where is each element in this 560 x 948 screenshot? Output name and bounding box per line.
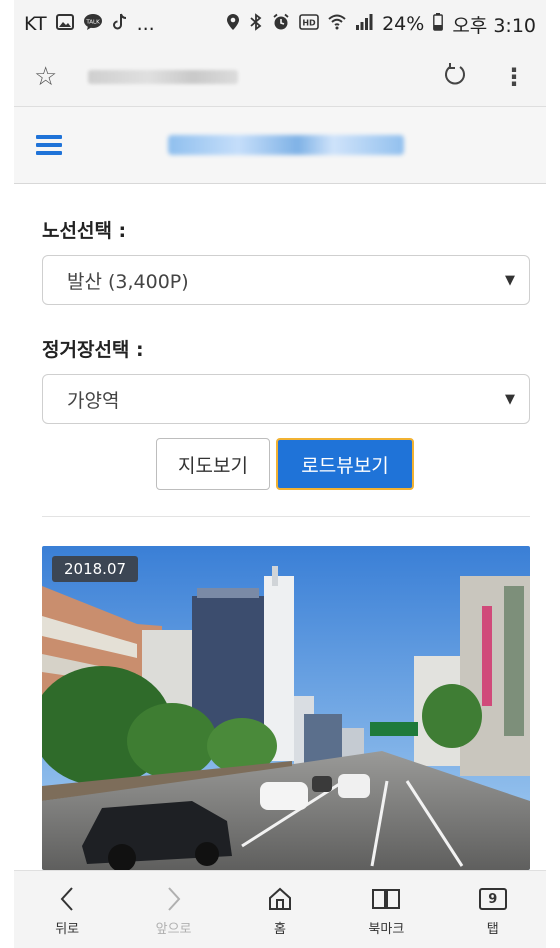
route-label: 노선선택 : [42,220,127,242]
nav-home[interactable]: 홈 [240,882,320,937]
alarm-icon [272,13,290,36]
nav-home-label: 홈 [273,922,286,937]
image-icon [55,13,74,35]
tiktok-icon [112,13,128,36]
view-button-row: 지도보기 로드뷰보기 [40,438,530,490]
signal-icon [355,13,373,36]
nav-tabs-label: 탭 [486,922,499,937]
more-notifications: ... [136,13,155,35]
more-options-icon[interactable]: ⋮ [502,63,526,91]
chevron-down-icon: ▼ [505,391,515,407]
nav-tabs[interactable]: 9 탭 [453,882,533,937]
route-select-value: 발산 (3,400P) [67,270,189,293]
battery-icon [433,12,444,36]
nav-forward-label: 앞으로 [155,922,192,937]
nav-bookmarks[interactable]: 북마크 [346,882,426,937]
stop-select[interactable]: 가양역 ▼ [42,374,530,424]
route-select[interactable]: 발산 (3,400P) ▼ [42,255,530,305]
reload-icon[interactable] [442,61,468,94]
browser-bottom-nav: 뒤로 앞으로 홈 북마크 9 탭 [14,870,546,948]
tabs-icon: 9 [478,882,507,916]
hamburger-icon[interactable] [36,135,62,155]
chevron-left-icon [58,882,76,916]
divider [42,516,530,517]
nav-bookmarks-label: 북마크 [368,922,405,937]
svg-text:HD: HD [302,19,316,28]
capture-date-badge: 2018.07 [52,556,139,582]
url-field[interactable] [88,70,238,84]
battery-percent: 24% [382,13,425,35]
phone-screen: KT TALK ... HD 24% 오후 3:10 ☆ ⋮ 노선선택: 발산… [14,0,546,948]
status-bar: KT TALK ... HD 24% 오후 3:10 [14,0,546,48]
nav-back[interactable]: 뒤로 [27,882,107,937]
status-right: HD 24% 오후 3:10 [226,11,536,38]
tab-count: 9 [478,888,507,910]
bookmark-star-icon[interactable]: ☆ [34,62,70,92]
nav-back-label: 뒤로 [55,922,80,937]
stop-select-value: 가양역 [67,389,120,412]
chevron-right-icon [165,882,183,916]
stop-label: 정거장선택 : [42,339,144,361]
clock: 오후 3:10 [452,14,536,37]
site-header [14,106,546,184]
map-view-button[interactable]: 지도보기 [156,438,270,490]
home-icon [267,882,293,916]
status-left: KT TALK ... [24,13,155,36]
book-icon [371,882,401,916]
site-title[interactable] [168,135,404,155]
roadview-image[interactable]: 2018.07 [42,546,530,870]
hd-icon: HD [299,13,319,35]
location-icon [226,13,240,36]
wifi-icon [328,13,346,36]
bluetooth-icon [249,12,263,36]
nav-forward[interactable]: 앞으로 [134,882,214,937]
roadview-button[interactable]: 로드뷰보기 [276,438,414,490]
selection-form: 노선선택 : 발산 (3,400P) ▼ 정거장선택 : 가양역 ▼ 지도보기 … [42,184,530,490]
svg-text:TALK: TALK [85,19,100,25]
carrier-label: KT [24,13,47,35]
chevron-down-icon: ▼ [505,272,515,288]
browser-toolbar: ☆ ⋮ [14,48,546,106]
talk-icon: TALK [83,13,103,36]
